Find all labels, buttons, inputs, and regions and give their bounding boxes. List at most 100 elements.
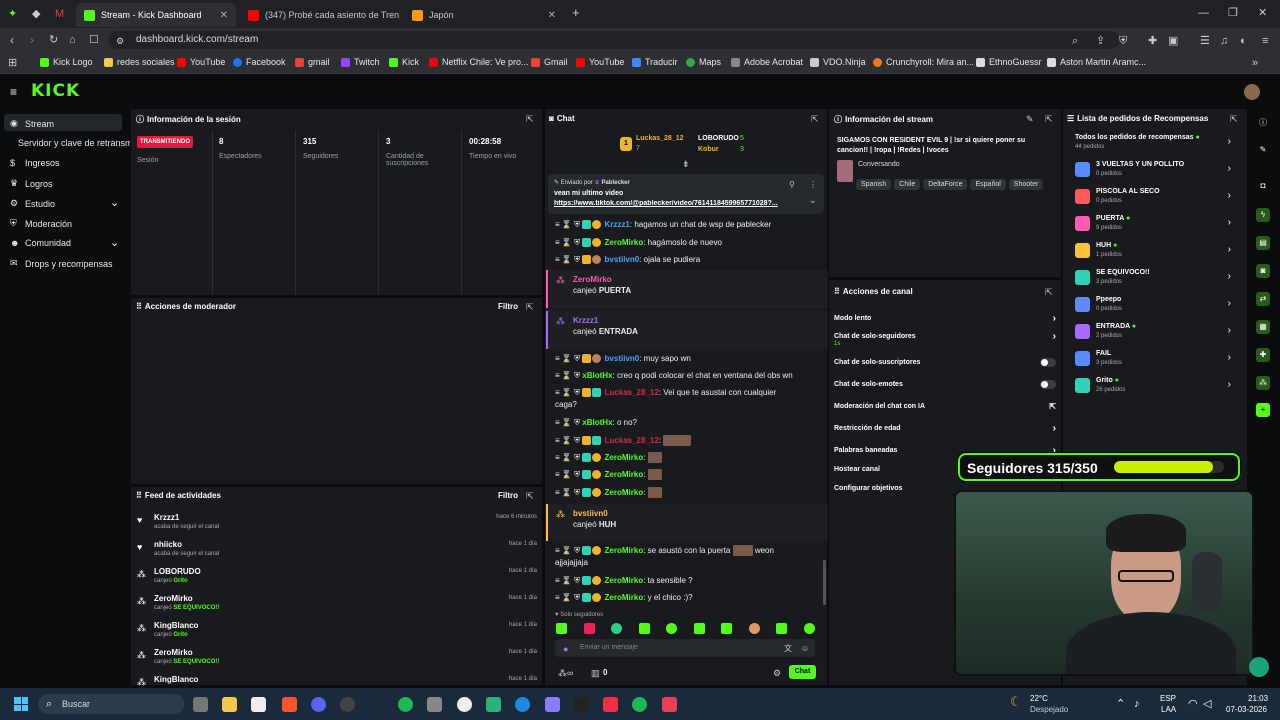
reward-row[interactable]: PUERTA ● 9 pedidos › — [1075, 213, 1235, 239]
url-field[interactable]: dashboard.kick.com/stream — [108, 31, 1120, 49]
reward-row[interactable]: FAIL 3 pedidos › — [1075, 348, 1235, 374]
discord-icon[interactable] — [311, 697, 326, 712]
translate-icon[interactable]: 文 — [784, 643, 792, 655]
close-tab-icon[interactable]: ✕ — [220, 10, 228, 21]
reward-row[interactable]: Grito ● 26 pedidos › — [1075, 375, 1235, 401]
reward-all-row[interactable]: Todos los pedidos de recompensas ● 44 ped… — [1075, 132, 1235, 158]
sidebar-item-stream[interactable]: ◉ Stream — [10, 118, 54, 129]
reward-row[interactable]: PISCOLA AL SECO 0 pedidos › — [1075, 186, 1235, 212]
redeem-user[interactable]: ZeroMirko — [573, 275, 612, 284]
emote-icon[interactable] — [721, 623, 733, 634]
taskbar-search[interactable] — [38, 694, 184, 714]
zoom-icon[interactable]: ⌕ — [1072, 35, 1078, 47]
mod-actions-icons[interactable]: ≡ ⌛ ⛨ — [555, 220, 582, 229]
tab-youtube[interactable]: (347) Probé cada asiento de Tren - Yo ✕ — [240, 3, 402, 27]
chat-user[interactable]: xBlotHx — [582, 371, 612, 380]
app-icon[interactable] — [545, 697, 560, 712]
chatgpt-icon[interactable] — [457, 697, 472, 712]
emote-icon[interactable] — [748, 623, 760, 634]
points-icon[interactable]: ⁂ — [1256, 376, 1270, 390]
share-icon[interactable]: ⇪ — [1096, 35, 1105, 47]
chat-user[interactable]: ZeroMirko — [605, 453, 644, 462]
mod-actions-icons[interactable]: ≡ ⌛ ⛨ — [555, 593, 582, 602]
minimize-icon[interactable]: — — [1198, 7, 1209, 19]
popout-icon[interactable]: ⇱ — [526, 301, 534, 313]
sidebar-item-ingresos[interactable]: $ Ingresos — [10, 158, 60, 168]
popout-icon[interactable]: ⇱ — [1045, 286, 1053, 298]
bookmark-gmail-2[interactable]: Gmail — [531, 57, 568, 67]
top-chatter-3[interactable]: Kobur — [698, 146, 719, 153]
volume-icon[interactable]: ◁ — [1203, 698, 1211, 710]
redeem-user[interactable]: bvstiivn0 — [573, 509, 608, 518]
calendar-icon[interactable]: ▦ — [1256, 320, 1270, 334]
extensions-icon[interactable]: ✚ — [1148, 35, 1157, 47]
mic-icon[interactable]: ● — [563, 643, 568, 655]
bookmark-traducir[interactable]: Traducir — [632, 57, 678, 67]
add-widget-icon[interactable]: + — [1256, 403, 1270, 417]
mod-actions-icons[interactable]: ≡ ⌛ ⛨ — [555, 546, 582, 555]
feed-user[interactable]: nhiicko — [154, 540, 182, 549]
emote-icon[interactable] — [693, 623, 705, 634]
mod-actions-icons[interactable]: ≡ ⌛ ⛨ — [555, 488, 582, 497]
category-name[interactable]: Conversando — [858, 161, 900, 168]
top-chatter-2[interactable]: LOBORUDO — [698, 135, 739, 142]
mod-actions-icons[interactable]: ≡ ⌛ ⛨ — [555, 354, 582, 363]
forward-icon[interactable]: › — [30, 34, 34, 46]
chat-user[interactable]: Luckas_28_12 — [605, 436, 659, 445]
chevron-down-icon[interactable]: ⌄ — [110, 197, 119, 209]
music-icon[interactable]: ♫ — [1220, 35, 1228, 47]
tray-app-icon[interactable]: ♪ — [1134, 698, 1140, 710]
obs-icon[interactable] — [340, 697, 355, 712]
host-channel-row[interactable]: Hostear canal — [834, 462, 954, 476]
emote-icon[interactable] — [638, 623, 650, 634]
feed-filter-button[interactable]: Filtro — [498, 491, 518, 500]
emote-icon[interactable] — [803, 623, 815, 634]
mod-actions-icons[interactable]: ≡ ⌛ ⛨ — [555, 371, 582, 380]
steam-icon[interactable] — [369, 697, 384, 712]
vpn-icon[interactable]: ◐ — [1240, 35, 1247, 47]
chat-user[interactable]: ZeroMirko — [605, 488, 644, 497]
raid-icon[interactable]: ⇄ — [1256, 292, 1270, 306]
chat-user[interactable]: ZeroMirko — [605, 238, 644, 247]
capcut-icon[interactable] — [574, 697, 589, 712]
reload-icon[interactable]: ↻ — [49, 34, 58, 46]
feed-user[interactable]: ZeroMirko — [154, 648, 193, 657]
music-app-icon[interactable] — [603, 697, 618, 712]
app-icon[interactable] — [486, 697, 501, 712]
more-options-icon[interactable]: ⋮ — [809, 179, 817, 191]
edit-icon[interactable]: ✎ — [1256, 143, 1270, 157]
bookmark-redes[interactable]: redes sociales — [104, 57, 175, 67]
bookmark-youtube-2[interactable]: YouTube — [576, 57, 624, 67]
chat-icon[interactable]: ◙ — [1256, 264, 1270, 278]
sidebar-item-estudio[interactable]: ⚙ Estudio — [10, 198, 55, 209]
tab-kick-dashboard[interactable]: Stream - Kick Dashboard ✕ — [76, 3, 236, 27]
mod-actions-icons[interactable]: ≡ ⌛ ⛨ — [555, 470, 582, 479]
mod-filter-button[interactable]: Filtro — [498, 302, 518, 311]
mod-actions-icons[interactable]: ≡ ⌛ ⛨ — [555, 453, 582, 462]
floating-action-icon[interactable] — [1249, 657, 1269, 677]
kick-logo[interactable]: KICK — [31, 81, 80, 101]
emote-icon[interactable] — [611, 623, 623, 634]
maximize-icon[interactable]: ❐ — [1228, 7, 1238, 19]
chat-scrollbar[interactable] — [823, 560, 826, 605]
pinned-link[interactable]: https://www.tiktok.com/@pablecker/video/… — [554, 200, 790, 207]
sidebar-item-drops[interactable]: ✉ Drops y recompensas — [10, 258, 113, 269]
mod-actions-icons[interactable]: ≡ ⌛ ⛨ — [555, 436, 582, 445]
emote-icon[interactable] — [583, 623, 595, 634]
sidebar-item-moderacion[interactable]: ⛨ Moderación — [10, 218, 72, 229]
age-restriction-row[interactable]: Restricción de edad › — [834, 421, 1056, 435]
sidebar-item-server-key[interactable]: Servidor y clave de retransm — [18, 138, 133, 148]
chat-user[interactable]: ZeroMirko — [605, 546, 644, 555]
clipboard-icon[interactable]: ▤ — [1256, 236, 1270, 250]
collapse-icon[interactable]: ⇟ — [682, 158, 690, 170]
file-explorer-icon[interactable] — [222, 697, 237, 712]
goals-row[interactable]: Configurar objetivos — [834, 481, 954, 495]
feed-user[interactable]: Krzzz1 — [154, 513, 179, 522]
slow-mode-row[interactable]: Modo lento › — [834, 311, 1056, 325]
hamburger-menu-icon[interactable]: ≡ — [10, 86, 17, 98]
reward-row[interactable]: SE EQUIVOCO!! 3 pedidos › — [1075, 267, 1235, 293]
store-icon[interactable] — [251, 697, 266, 712]
chat-user[interactable]: ZeroMirko — [605, 470, 644, 479]
chat-user[interactable]: bvstiivn0 — [605, 255, 640, 264]
pinned-by-user[interactable]: Pablecker — [601, 180, 629, 186]
